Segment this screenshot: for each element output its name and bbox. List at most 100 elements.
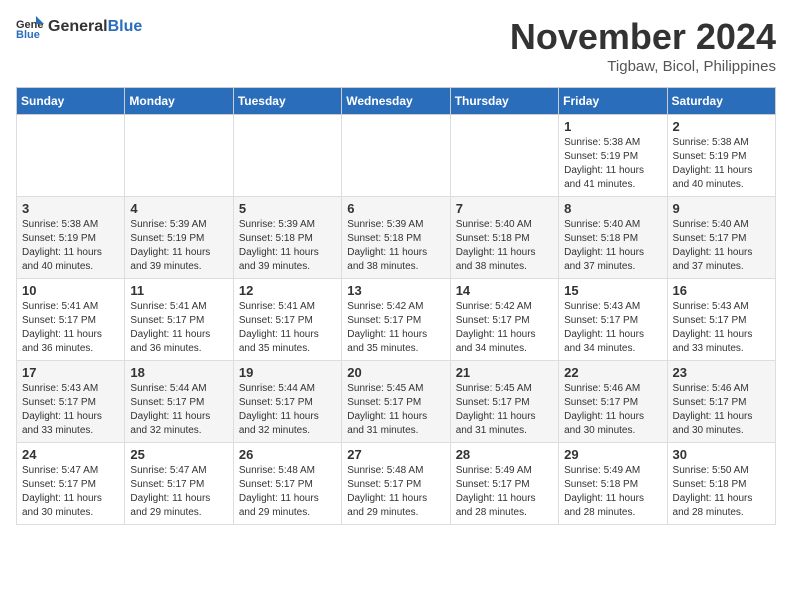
day-number: 10 bbox=[22, 283, 119, 298]
day-number: 14 bbox=[456, 283, 553, 298]
logo-blue: Blue bbox=[108, 18, 143, 35]
day-number: 17 bbox=[22, 365, 119, 380]
calendar-cell: 24 Sunrise: 5:47 AMSunset: 5:17 PMDayligh… bbox=[17, 443, 125, 525]
day-info: Sunrise: 5:42 AMSunset: 5:17 PMDaylight:… bbox=[456, 300, 553, 356]
calendar-cell: 9Sunrise: 5:40 AMSunset: 5:17 PMDaylight… bbox=[667, 197, 775, 279]
day-number: 3 bbox=[22, 201, 119, 216]
weekday-header-cell: Tuesday bbox=[233, 88, 341, 115]
day-number: 6 bbox=[347, 201, 444, 216]
day-number: 1 bbox=[564, 119, 661, 134]
day-info: Sunrise: 5:47 AMSunset: 5:17 PMDaylight:… bbox=[22, 464, 119, 520]
calendar-cell: 25 Sunrise: 5:47 AMSunset: 5:17 PMDayligh… bbox=[125, 443, 233, 525]
logo-svg: General Blue bbox=[16, 16, 44, 38]
calendar-table: SundayMondayTuesdayWednesdayThursdayFrid… bbox=[16, 87, 776, 525]
calendar-cell: 13Sunrise: 5:42 AMSunset: 5:17 PMDayligh… bbox=[342, 279, 450, 361]
calendar-cell: 22 Sunrise: 5:46 AMSunset: 5:17 PMDayligh… bbox=[559, 361, 667, 443]
day-info: Sunrise: 5:40 AMSunset: 5:18 PMDaylight:… bbox=[564, 218, 661, 274]
day-info: Sunrise: 5:41 AMSunset: 5:17 PMDaylight:… bbox=[130, 300, 227, 356]
day-info: Sunrise: 5:38 AMSunset: 5:19 PMDaylight:… bbox=[564, 136, 661, 192]
day-number: 27 bbox=[347, 447, 444, 462]
header: General Blue GeneralBlue November 2024 T… bbox=[16, 16, 776, 75]
day-number: 30 bbox=[673, 447, 770, 462]
logo-general: General bbox=[48, 18, 108, 35]
calendar-cell: 5 Sunrise: 5:39 AMSunset: 5:18 PMDaylight… bbox=[233, 197, 341, 279]
calendar-cell: 3 Sunrise: 5:38 AMSunset: 5:19 PMDaylight… bbox=[17, 197, 125, 279]
day-number: 11 bbox=[130, 283, 227, 298]
calendar-cell: 21 Sunrise: 5:45 AMSunset: 5:17 PMDayligh… bbox=[450, 361, 558, 443]
weekday-header-cell: Monday bbox=[125, 88, 233, 115]
day-info: Sunrise: 5:43 AMSunset: 5:17 PMDaylight:… bbox=[564, 300, 661, 356]
weekday-header-cell: Friday bbox=[559, 88, 667, 115]
day-number: 25 bbox=[130, 447, 227, 462]
day-number: 20 bbox=[347, 365, 444, 380]
calendar-cell bbox=[17, 115, 125, 197]
day-info: Sunrise: 5:48 AMSunset: 5:17 PMDaylight:… bbox=[239, 464, 336, 520]
day-info: Sunrise: 5:44 AMSunset: 5:17 PMDaylight:… bbox=[130, 382, 227, 438]
day-info: Sunrise: 5:39 AMSunset: 5:18 PMDaylight:… bbox=[239, 218, 336, 274]
day-number: 16 bbox=[673, 283, 770, 298]
day-info: Sunrise: 5:43 AMSunset: 5:17 PMDaylight:… bbox=[22, 382, 119, 438]
day-info: Sunrise: 5:41 AMSunset: 5:17 PMDaylight:… bbox=[22, 300, 119, 356]
day-info: Sunrise: 5:39 AMSunset: 5:18 PMDaylight:… bbox=[347, 218, 444, 274]
calendar-cell: 26 Sunrise: 5:48 AMSunset: 5:17 PMDayligh… bbox=[233, 443, 341, 525]
calendar-cell: 4Sunrise: 5:39 AMSunset: 5:19 PMDaylight… bbox=[125, 197, 233, 279]
day-number: 24 bbox=[22, 447, 119, 462]
calendar-cell bbox=[125, 115, 233, 197]
calendar-week-row: 3 Sunrise: 5:38 AMSunset: 5:19 PMDaylight… bbox=[17, 197, 776, 279]
calendar-cell: 16 Sunrise: 5:43 AMSunset: 5:17 PMDayligh… bbox=[667, 279, 775, 361]
day-number: 12 bbox=[239, 283, 336, 298]
day-info: Sunrise: 5:49 AMSunset: 5:18 PMDaylight:… bbox=[564, 464, 661, 520]
calendar-week-row: 24 Sunrise: 5:47 AMSunset: 5:17 PMDayligh… bbox=[17, 443, 776, 525]
calendar-cell: 2Sunrise: 5:38 AMSunset: 5:19 PMDaylight… bbox=[667, 115, 775, 197]
calendar-cell: 12 Sunrise: 5:41 AMSunset: 5:17 PMDayligh… bbox=[233, 279, 341, 361]
weekday-header-cell: Wednesday bbox=[342, 88, 450, 115]
day-number: 2 bbox=[673, 119, 770, 134]
day-info: Sunrise: 5:39 AMSunset: 5:19 PMDaylight:… bbox=[130, 218, 227, 274]
weekday-header-cell: Saturday bbox=[667, 88, 775, 115]
title-area: November 2024 Tigbaw, Bicol, Philippines bbox=[510, 16, 776, 75]
calendar-cell: 8 Sunrise: 5:40 AMSunset: 5:18 PMDaylight… bbox=[559, 197, 667, 279]
calendar-week-row: 10 Sunrise: 5:41 AMSunset: 5:17 PMDayligh… bbox=[17, 279, 776, 361]
day-number: 28 bbox=[456, 447, 553, 462]
day-number: 8 bbox=[564, 201, 661, 216]
day-number: 9 bbox=[673, 201, 770, 216]
day-info: Sunrise: 5:43 AMSunset: 5:17 PMDaylight:… bbox=[673, 300, 770, 356]
weekday-header-cell: Sunday bbox=[17, 88, 125, 115]
day-number: 22 bbox=[564, 365, 661, 380]
day-info: Sunrise: 5:48 AMSunset: 5:17 PMDaylight:… bbox=[347, 464, 444, 520]
month-title: November 2024 bbox=[510, 16, 776, 58]
calendar-cell: 11 Sunrise: 5:41 AMSunset: 5:17 PMDayligh… bbox=[125, 279, 233, 361]
calendar-cell bbox=[342, 115, 450, 197]
calendar-cell: 10 Sunrise: 5:41 AMSunset: 5:17 PMDayligh… bbox=[17, 279, 125, 361]
calendar-cell: 23Sunrise: 5:46 AMSunset: 5:17 PMDayligh… bbox=[667, 361, 775, 443]
day-info: Sunrise: 5:46 AMSunset: 5:17 PMDaylight:… bbox=[673, 382, 770, 438]
day-info: Sunrise: 5:40 AMSunset: 5:18 PMDaylight:… bbox=[456, 218, 553, 274]
calendar-week-row: 1 Sunrise: 5:38 AMSunset: 5:19 PMDaylight… bbox=[17, 115, 776, 197]
calendar-cell: 15 Sunrise: 5:43 AMSunset: 5:17 PMDayligh… bbox=[559, 279, 667, 361]
day-number: 21 bbox=[456, 365, 553, 380]
day-number: 5 bbox=[239, 201, 336, 216]
day-info: Sunrise: 5:50 AMSunset: 5:18 PMDaylight:… bbox=[673, 464, 770, 520]
calendar-cell: 14 Sunrise: 5:42 AMSunset: 5:17 PMDayligh… bbox=[450, 279, 558, 361]
calendar-cell: 30 Sunrise: 5:50 AMSunset: 5:18 PMDayligh… bbox=[667, 443, 775, 525]
day-info: Sunrise: 5:38 AMSunset: 5:19 PMDaylight:… bbox=[22, 218, 119, 274]
logo: General Blue GeneralBlue bbox=[16, 16, 142, 38]
calendar-cell: 6 Sunrise: 5:39 AMSunset: 5:18 PMDaylight… bbox=[342, 197, 450, 279]
location-title: Tigbaw, Bicol, Philippines bbox=[510, 58, 776, 75]
calendar-cell: 20 Sunrise: 5:45 AMSunset: 5:17 PMDayligh… bbox=[342, 361, 450, 443]
day-info: Sunrise: 5:45 AMSunset: 5:17 PMDaylight:… bbox=[347, 382, 444, 438]
day-info: Sunrise: 5:45 AMSunset: 5:17 PMDaylight:… bbox=[456, 382, 553, 438]
calendar-cell: 18Sunrise: 5:44 AMSunset: 5:17 PMDayligh… bbox=[125, 361, 233, 443]
calendar-cell: 27 Sunrise: 5:48 AMSunset: 5:17 PMDayligh… bbox=[342, 443, 450, 525]
day-info: Sunrise: 5:44 AMSunset: 5:17 PMDaylight:… bbox=[239, 382, 336, 438]
weekday-header-row: SundayMondayTuesdayWednesdayThursdayFrid… bbox=[17, 88, 776, 115]
day-info: Sunrise: 5:46 AMSunset: 5:17 PMDaylight:… bbox=[564, 382, 661, 438]
day-info: Sunrise: 5:41 AMSunset: 5:17 PMDaylight:… bbox=[239, 300, 336, 356]
day-info: Sunrise: 5:47 AMSunset: 5:17 PMDaylight:… bbox=[130, 464, 227, 520]
day-number: 19 bbox=[239, 365, 336, 380]
svg-text:Blue: Blue bbox=[16, 29, 40, 38]
calendar-cell: 17 Sunrise: 5:43 AMSunset: 5:17 PMDayligh… bbox=[17, 361, 125, 443]
day-number: 15 bbox=[564, 283, 661, 298]
day-number: 26 bbox=[239, 447, 336, 462]
calendar-cell bbox=[233, 115, 341, 197]
